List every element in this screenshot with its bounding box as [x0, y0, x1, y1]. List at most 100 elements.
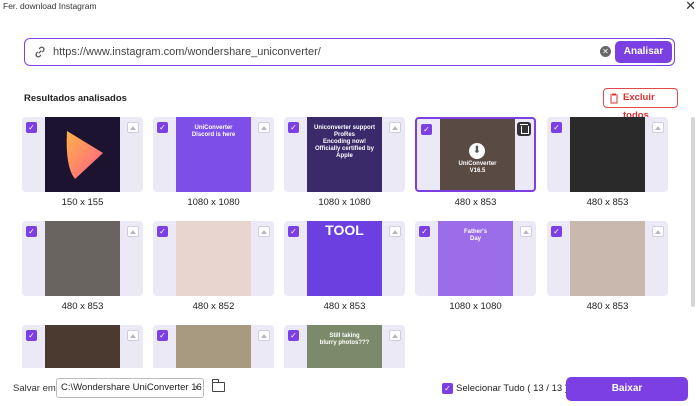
- video-type-icon: [258, 330, 270, 341]
- thumbnail-caption: Father's Day: [463, 229, 488, 242]
- thumbnail-image: [570, 221, 645, 296]
- item-checkbox[interactable]: ✓: [288, 122, 299, 133]
- window-title: Fer. download Instagram: [3, 1, 97, 11]
- image-type-icon: [389, 122, 401, 133]
- item-checkbox[interactable]: ✓: [157, 122, 168, 133]
- uniconverter-logo: [66, 131, 103, 179]
- image-type-icon: [258, 122, 270, 133]
- thumbnail-image: UniConverter Discord is here: [176, 117, 251, 192]
- results-title: Resultados analisados: [24, 93, 127, 104]
- save-path-value: C:\Wondershare UniConverter 16: [61, 382, 202, 393]
- item-checkbox[interactable]: ✓: [26, 330, 37, 341]
- result-thumbnail[interactable]: ✓: [547, 221, 668, 296]
- thumbnail-image: [45, 117, 120, 192]
- result-thumbnail[interactable]: Uniconverter support ProRes Encoding now…: [284, 117, 405, 192]
- video-type-icon: [652, 122, 664, 133]
- result-thumbnail[interactable]: ✓: [547, 117, 668, 192]
- trash-icon: [610, 93, 618, 104]
- item-dimensions: 150 x 155: [61, 197, 104, 208]
- save-location-label: Salvar em: [13, 383, 56, 394]
- delete-all-button[interactable]: Excluir todos: [603, 88, 678, 121]
- url-input[interactable]: https://www.instagram.com/wondershare_un…: [24, 38, 675, 66]
- result-card[interactable]: ✓: [153, 325, 274, 368]
- folder-icon[interactable]: [212, 379, 225, 392]
- results-grid: ✓ 150 x 155 UniConverter Discord is here ✓ 1…: [22, 117, 682, 368]
- result-card[interactable]: Still taking blurry photos??? ✓: [284, 325, 405, 368]
- thumbnail-caption: Still taking blurry photos???: [319, 333, 370, 346]
- result-card[interactable]: ✓ 480 x 853: [547, 117, 668, 208]
- delete-item-icon[interactable]: [517, 122, 531, 136]
- thumbnail-caption: TOOL: [325, 222, 364, 238]
- image-type-icon: [520, 226, 532, 237]
- item-checkbox[interactable]: ✓: [421, 124, 432, 135]
- result-thumbnail[interactable]: ✓: [153, 325, 274, 368]
- item-checkbox[interactable]: ✓: [288, 226, 299, 237]
- video-type-icon: [258, 226, 270, 237]
- thumbnail-image: TOOL: [307, 221, 382, 296]
- result-thumbnail[interactable]: ✓: [22, 325, 143, 368]
- result-thumbnail[interactable]: TOOL ✓: [284, 221, 405, 296]
- thumbnail-image: [176, 221, 251, 296]
- result-thumbnail[interactable]: UniConverter Discord is here ✓: [153, 117, 274, 192]
- clear-icon[interactable]: ✕: [600, 46, 611, 57]
- item-checkbox[interactable]: ✓: [157, 226, 168, 237]
- result-card[interactable]: ✓: [22, 325, 143, 368]
- item-dimensions: 480 x 853: [323, 301, 366, 312]
- item-checkbox[interactable]: ✓: [288, 330, 299, 341]
- result-thumbnail[interactable]: UniConverter V16.5 ⬇ ✓: [415, 117, 536, 192]
- thumbnail-caption: UniConverter Discord is here: [191, 125, 236, 138]
- item-dimensions: 480 x 853: [586, 301, 629, 312]
- result-card[interactable]: ✓ 480 x 852: [153, 221, 274, 312]
- thumbnail-image: [570, 117, 645, 192]
- video-type-icon: [127, 330, 139, 341]
- item-dimensions: 1080 x 1080: [187, 197, 240, 208]
- result-thumbnail[interactable]: ✓: [153, 221, 274, 296]
- result-card[interactable]: UniConverter V16.5 ⬇ ✓ 480 x 853: [415, 117, 536, 208]
- thumbnail-image: Still taking blurry photos???: [307, 325, 382, 368]
- item-checkbox[interactable]: ✓: [26, 226, 37, 237]
- save-path-select[interactable]: C:\Wondershare UniConverter 16 ▾: [56, 378, 204, 398]
- result-thumbnail[interactable]: Father's Day ✓: [415, 221, 536, 296]
- download-button[interactable]: Baixar: [566, 377, 688, 401]
- thumbnail-caption: UniConverter V16.5: [458, 161, 497, 174]
- item-checkbox[interactable]: ✓: [551, 122, 562, 133]
- download-arrow-icon[interactable]: ⬇: [469, 143, 485, 159]
- close-icon[interactable]: ✕: [685, 0, 696, 13]
- image-type-icon: [127, 122, 139, 133]
- result-card[interactable]: TOOL ✓ 480 x 853: [284, 221, 405, 312]
- item-dimensions: 1080 x 1080: [449, 301, 502, 312]
- item-dimensions: 480 x 853: [586, 197, 629, 208]
- item-dimensions: 1080 x 1080: [318, 197, 371, 208]
- thumbnail-image: [176, 325, 251, 368]
- item-dimensions: 480 x 853: [454, 197, 497, 208]
- result-card[interactable]: Uniconverter support ProRes Encoding now…: [284, 117, 405, 208]
- video-type-icon: [389, 330, 401, 341]
- footer: Salvar em C:\Wondershare UniConverter 16…: [0, 370, 700, 406]
- result-thumbnail[interactable]: ✓: [22, 221, 143, 296]
- thumbnail-image: Father's Day: [438, 221, 513, 296]
- analyze-button[interactable]: Analisar: [615, 41, 672, 63]
- item-dimensions: 480 x 852: [192, 301, 235, 312]
- result-thumbnail[interactable]: Still taking blurry photos??? ✓: [284, 325, 405, 368]
- result-card[interactable]: UniConverter Discord is here ✓ 1080 x 1080: [153, 117, 274, 208]
- thumbnail-image: [45, 221, 120, 296]
- result-thumbnail[interactable]: ✓: [22, 117, 143, 192]
- select-all-label: Selecionar Tudo ( 13 / 13 ): [456, 383, 568, 394]
- item-dimensions: 480 x 853: [61, 301, 104, 312]
- result-card[interactable]: ✓ 480 x 853: [547, 221, 668, 312]
- title-bar: Fer. download Instagram ✕: [0, 0, 700, 14]
- item-checkbox[interactable]: ✓: [157, 330, 168, 341]
- thumbnail-caption: Uniconverter support ProRes Encoding now…: [313, 125, 375, 159]
- chevron-down-icon: ▾: [194, 383, 199, 392]
- thumbnail-image: [45, 325, 120, 368]
- result-card[interactable]: Father's Day ✓ 1080 x 1080: [415, 221, 536, 312]
- result-card[interactable]: ✓ 150 x 155: [22, 117, 143, 208]
- scrollbar[interactable]: [691, 117, 695, 307]
- result-card[interactable]: ✓ 480 x 853: [22, 221, 143, 312]
- thumbnail-image: UniConverter V16.5 ⬇: [440, 119, 515, 190]
- url-value[interactable]: https://www.instagram.com/wondershare_un…: [53, 46, 321, 58]
- item-checkbox[interactable]: ✓: [26, 122, 37, 133]
- select-all-checkbox[interactable]: ✓: [442, 383, 453, 394]
- item-checkbox[interactable]: ✓: [419, 226, 430, 237]
- item-checkbox[interactable]: ✓: [551, 226, 562, 237]
